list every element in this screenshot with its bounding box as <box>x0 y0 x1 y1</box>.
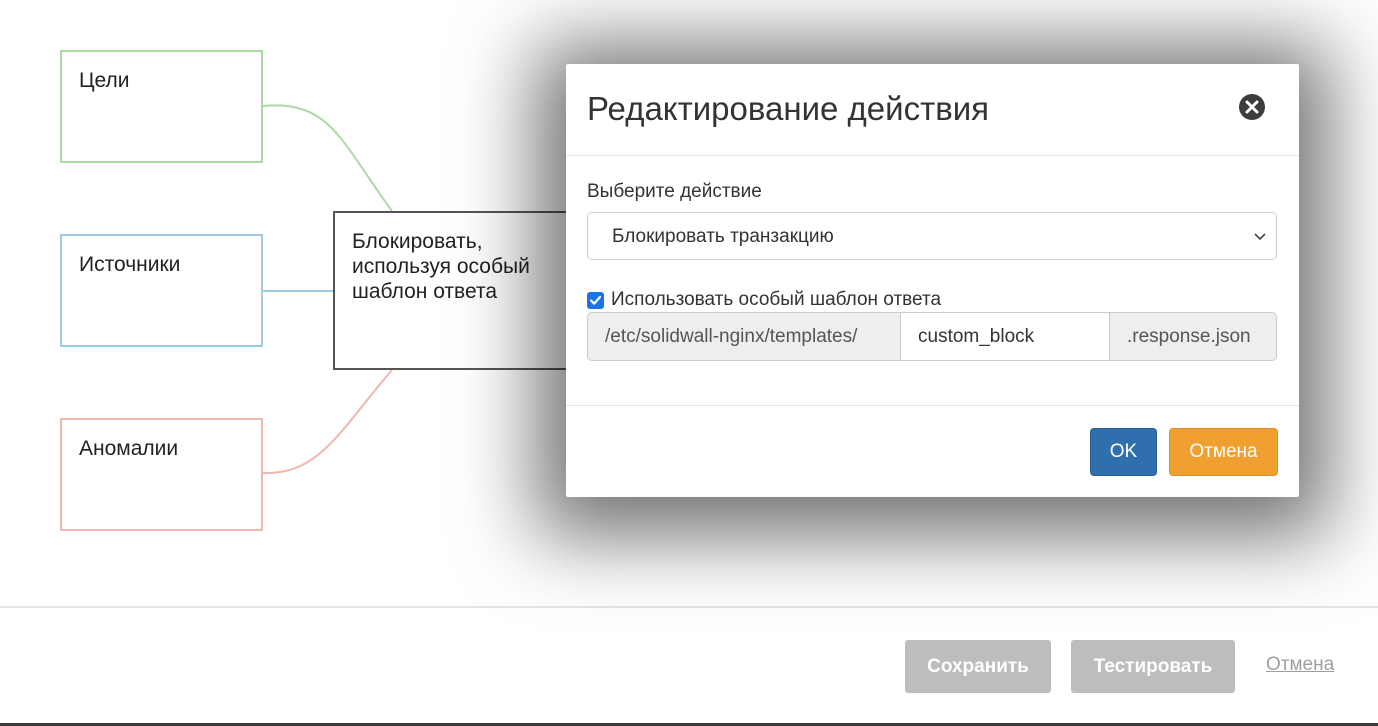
node-goals[interactable]: Цели <box>60 50 263 163</box>
node-anomalies[interactable]: Аномалии <box>60 418 263 531</box>
action-select-value: Блокировать транзакцию <box>612 226 834 247</box>
use-template-label: Использовать особый шаблон ответа <box>611 289 942 310</box>
footer-divider <box>0 606 1378 608</box>
close-icon[interactable] <box>1238 93 1266 121</box>
action-field-label: Выберите действие <box>587 181 762 202</box>
modal-title: Редактирование действия <box>587 90 990 127</box>
modal-cancel-button[interactable]: Отмена <box>1169 428 1278 476</box>
node-sources-label: Источники <box>79 253 181 276</box>
template-path-prefix: /etc/solidwall-nginx/templates/ <box>587 312 901 361</box>
check-icon <box>589 295 602 305</box>
ok-button[interactable]: OK <box>1090 428 1157 476</box>
node-anomalies-label: Аномалии <box>79 437 179 460</box>
template-name-input[interactable]: custom_block <box>901 312 1109 361</box>
save-button[interactable]: Сохранить <box>905 640 1051 693</box>
edit-action-modal: Редактирование действия Выберите действи… <box>566 64 1299 497</box>
node-goals-label: Цели <box>79 69 130 92</box>
modal-header: Редактирование действия <box>566 64 1299 156</box>
action-select[interactable]: Блокировать транзакцию <box>587 212 1277 260</box>
connector-anomalies <box>262 369 393 475</box>
modal-footer-divider <box>566 405 1299 406</box>
use-template-row: Использовать особый шаблон ответа <box>587 288 941 312</box>
node-sources[interactable]: Источники <box>60 234 263 347</box>
page-canvas: Цели Источники Аномалии Блокировать, исп… <box>0 0 1378 726</box>
template-path-suffix: .response.json <box>1109 312 1277 361</box>
test-button[interactable]: Тестировать <box>1071 640 1235 693</box>
use-template-checkbox[interactable] <box>587 291 604 309</box>
template-input-group: /etc/solidwall-nginx/templates/ custom_b… <box>587 312 1277 361</box>
cancel-link[interactable]: Отмена <box>1266 654 1334 676</box>
node-action[interactable]: Блокировать, используя особый шаблон отв… <box>333 211 583 370</box>
connector-goals <box>262 104 393 212</box>
chevron-down-icon <box>1254 233 1266 241</box>
node-action-label: Блокировать, используя особый шаблон отв… <box>352 230 530 304</box>
